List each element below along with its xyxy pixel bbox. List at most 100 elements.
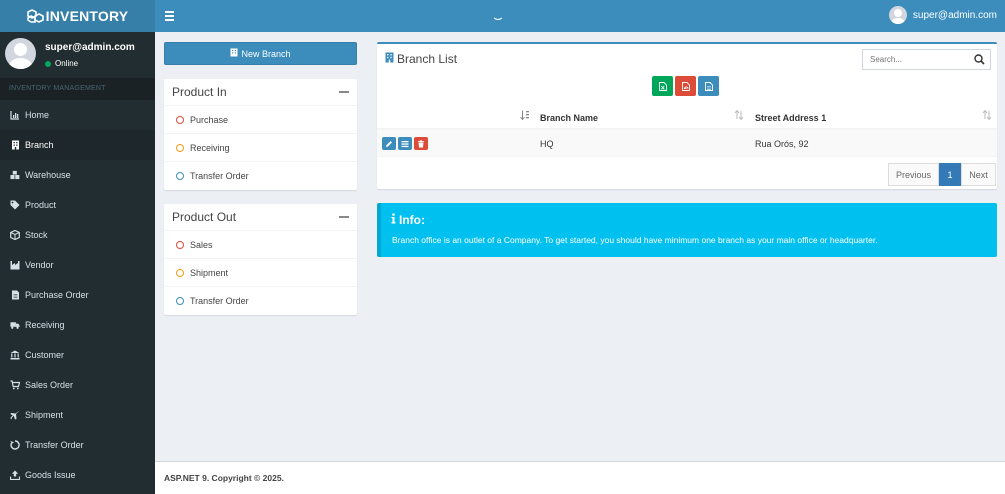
export-pdf-button[interactable] [675,76,696,96]
file-excel-icon [658,81,667,91]
sidebar-item-goods-issue[interactable]: Goods Issue [0,460,155,490]
export-csv-button[interactable] [698,76,719,96]
upload-icon [10,470,20,480]
info-title: Info: [399,213,425,227]
edit-button[interactable] [382,137,396,150]
sidebar-toggle-icon[interactable] [165,9,179,23]
export-buttons [652,76,719,96]
product-out-item-shipment[interactable]: Shipment [164,259,357,287]
info-text: Branch office is an outlet of a Company.… [392,235,878,245]
loading-spinner-icon [492,8,504,20]
sidebar-item-stock[interactable]: Stock [0,220,155,250]
product-out-item-transfer-order[interactable]: Transfer Order [164,287,357,315]
sidebar-item-warehouse[interactable]: Warehouse [0,160,155,190]
menu-section-header: INVENTORY MANAGEMENT [0,78,155,100]
sidebar-item-receiving[interactable]: Receiving [0,310,155,340]
cell-street-address: Rua Orós, 92 [755,139,809,149]
info-icon [391,213,396,227]
table-row: HQ Rua Orós, 92 [377,130,997,157]
circle-icon [176,172,184,180]
file-icon [10,290,20,300]
sort-icon[interactable] [734,109,744,122]
info-callout: Info: Branch office is an outlet of a Co… [377,203,997,257]
delete-button[interactable] [414,137,428,150]
top-navbar: super@admin.com [155,0,1005,32]
cubes-icon [10,170,20,180]
sidebar: super@admin.com Online INVENTORY MANAGEM… [0,32,155,494]
user-email: super@admin.com [912,9,997,21]
circle-icon [176,115,184,124]
list-icon [401,140,409,147]
user-name: super@admin.com [45,42,135,53]
search-box [862,49,991,70]
sidebar-item-product[interactable]: Product [0,190,155,220]
footer-copyright: ASP.NET 9. Copyright © 2025. [164,473,284,483]
avatar [888,6,907,24]
search-icon[interactable] [974,54,985,67]
bank-icon [10,350,20,360]
search-input[interactable] [870,55,970,64]
sort-amount-icon[interactable] [520,110,530,122]
sidebar-item-customer[interactable]: Customer [0,340,155,370]
branch-list-title: Branch List [397,52,458,66]
user-status: Online [45,59,78,68]
sidebar-item-transfer-order[interactable]: Transfer Order [0,430,155,460]
building-icon [230,48,238,59]
page-button-1[interactable]: 1 [939,163,961,186]
product-in-item-purchase[interactable]: Purchase [164,106,357,134]
footer: ASP.NET 9. Copyright © 2025. [155,461,1005,494]
previous-page-button[interactable]: Previous [888,163,939,186]
column-header-street-address[interactable]: Street Address 1 [755,113,826,123]
app-logo[interactable]: INVENTORY [0,0,155,32]
table-header: Branch Name Street Address 1 [377,104,997,130]
plane-icon [10,410,20,420]
circle-icon [176,240,184,249]
industry-icon [10,260,20,270]
chart-icon [10,110,20,120]
sidebar-item-sales-order[interactable]: Sales Order [0,370,155,400]
app-title: INVENTORY [45,8,129,24]
online-dot-icon [45,60,51,67]
user-panel: super@admin.com Online [0,32,155,78]
trash-icon [418,139,424,147]
cube-icon [10,230,20,240]
next-page-button[interactable]: Next [961,163,996,186]
branch-list-box: Branch List Branch Name Street Address 1 [377,42,997,189]
product-in-item-transfer-order[interactable]: Transfer Order [164,162,357,190]
cart-icon [10,380,20,390]
new-branch-button[interactable]: New Branch [164,42,357,65]
pagination: Previous 1 Next [888,163,996,186]
product-in-title: Product In [172,85,227,99]
product-out-title: Product Out [172,210,237,224]
avatar [5,38,36,69]
building-icon [385,52,394,66]
sidebar-item-purchase-order[interactable]: Purchase Order [0,280,155,310]
circle-icon [176,268,184,277]
export-excel-button[interactable] [652,76,673,96]
pencil-icon [386,140,392,147]
circle-icon [176,297,184,305]
sidebar-item-home[interactable]: Home [0,100,155,130]
product-in-item-receiving[interactable]: Receiving [164,134,357,162]
file-pdf-icon [681,81,690,91]
circle-icon [176,143,184,152]
collapse-icon[interactable] [339,216,349,218]
tags-icon [10,200,20,210]
user-menu[interactable]: super@admin.com [888,6,997,24]
truck-icon [10,320,20,330]
sidebar-item-branch[interactable]: Branch [0,130,155,160]
recycle-icon [10,440,20,450]
collapse-icon[interactable] [339,91,349,93]
cubes-icon [26,9,44,23]
product-out-box: Product Out Sales Shipment Transfer Orde… [164,204,357,315]
sidebar-item-vendor[interactable]: Vendor [0,250,155,280]
details-button[interactable] [398,137,412,150]
product-out-item-sales[interactable]: Sales [164,231,357,259]
sidebar-item-shipment[interactable]: Shipment [0,400,155,430]
product-in-box: Product In Purchase Receiving Transfer O… [164,79,357,190]
cell-branch-name: HQ [540,139,554,149]
building-icon [10,140,20,150]
row-actions [382,137,428,150]
sort-icon[interactable] [982,109,992,122]
column-header-branch-name[interactable]: Branch Name [540,113,598,123]
